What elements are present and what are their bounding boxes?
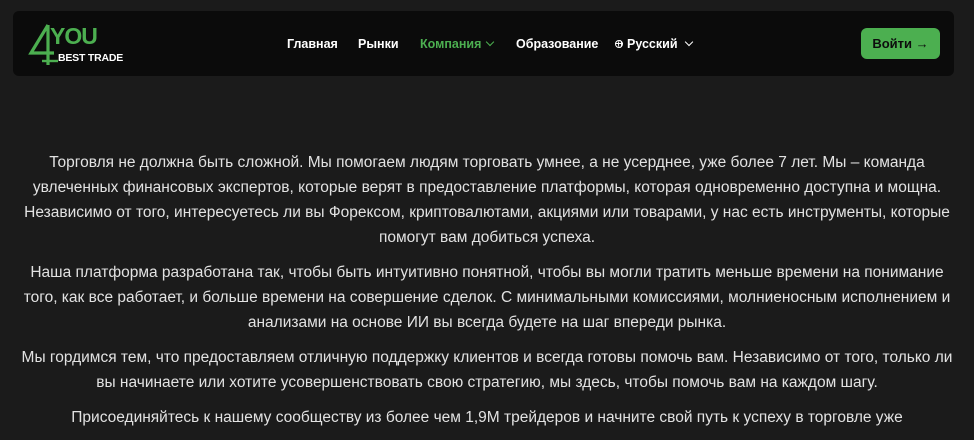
language-selector[interactable]: Русский bbox=[615, 36, 693, 52]
about-content: Торговля не должна быть сложной. Мы помо… bbox=[0, 150, 974, 440]
nav-item-education[interactable]: Образование bbox=[516, 36, 598, 52]
about-paragraph-4: Присоединяйтесь к нашему сообществу из б… bbox=[71, 409, 903, 426]
nav-item-company-label: Компания bbox=[420, 37, 482, 51]
about-paragraph-3: Мы гордимся тем, что предоставляем отлич… bbox=[21, 349, 953, 391]
chevron-down-icon bbox=[684, 37, 693, 47]
main-navigation: Главная Рынки Компания Образование Русск… bbox=[13, 11, 954, 76]
about-paragraph-2: Наша платформа разработана так, чтобы бы… bbox=[23, 264, 951, 331]
globe-icon bbox=[615, 40, 623, 48]
chevron-down-icon bbox=[486, 37, 495, 47]
about-paragraph-1: Торговля не должна быть сложной. Мы помо… bbox=[24, 154, 950, 246]
nav-item-home[interactable]: Главная bbox=[287, 36, 338, 52]
login-button[interactable]: Войти → bbox=[861, 28, 940, 59]
top-navbar: YOU BEST TRADE Главная Рынки Компания Об… bbox=[13, 11, 954, 76]
language-label: Русский bbox=[627, 37, 678, 51]
nav-item-markets[interactable]: Рынки bbox=[358, 36, 399, 52]
nav-item-company[interactable]: Компания bbox=[420, 36, 495, 52]
